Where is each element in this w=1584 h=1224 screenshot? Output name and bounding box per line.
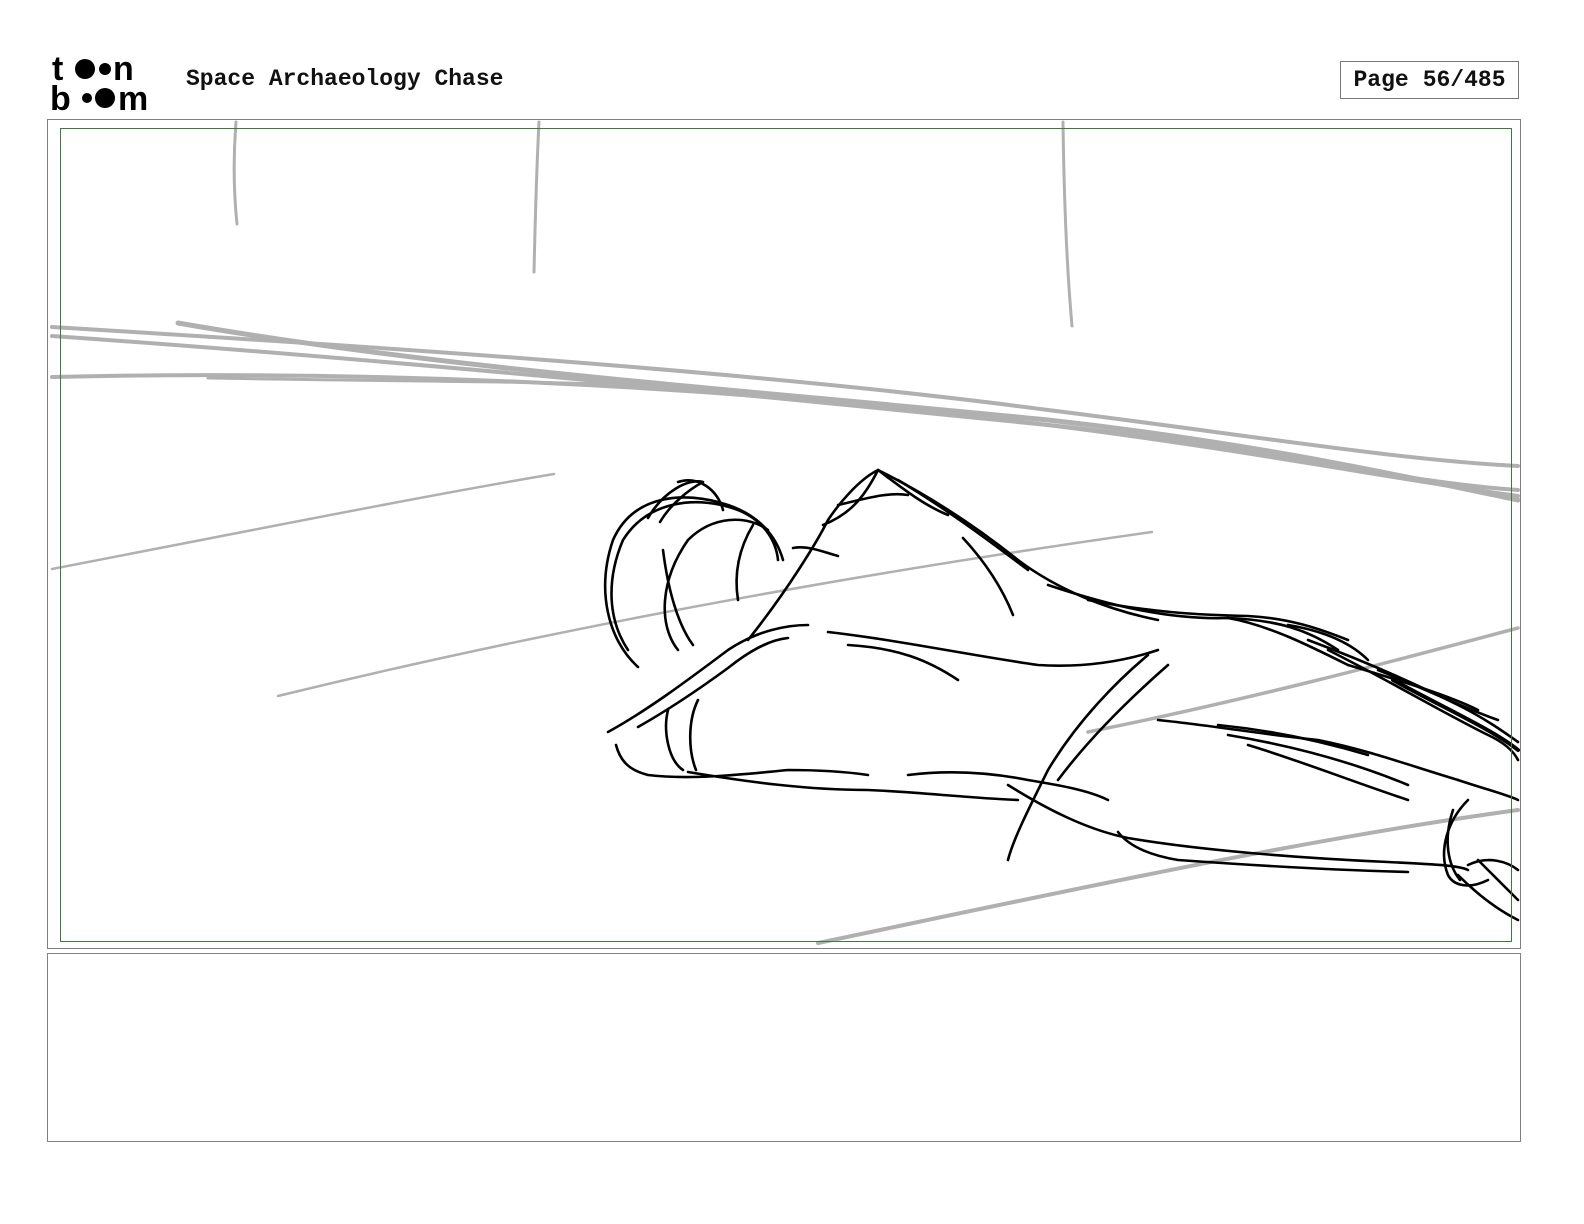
panel-notes-area[interactable] [47, 953, 1521, 1142]
svg-text:b: b [50, 80, 71, 112]
storyboard-panel[interactable] [47, 119, 1521, 949]
svg-text:m: m [118, 80, 148, 112]
page-number: 56/485 [1422, 67, 1506, 93]
toon-boom-logo-icon: t n b m [50, 50, 148, 112]
project-title: Space Archaeology Chase [186, 66, 504, 92]
page-counter: Page 56/485 [1340, 61, 1519, 99]
storyboard-sketch-icon [50, 120, 1520, 945]
page-label: Page [1353, 67, 1409, 93]
